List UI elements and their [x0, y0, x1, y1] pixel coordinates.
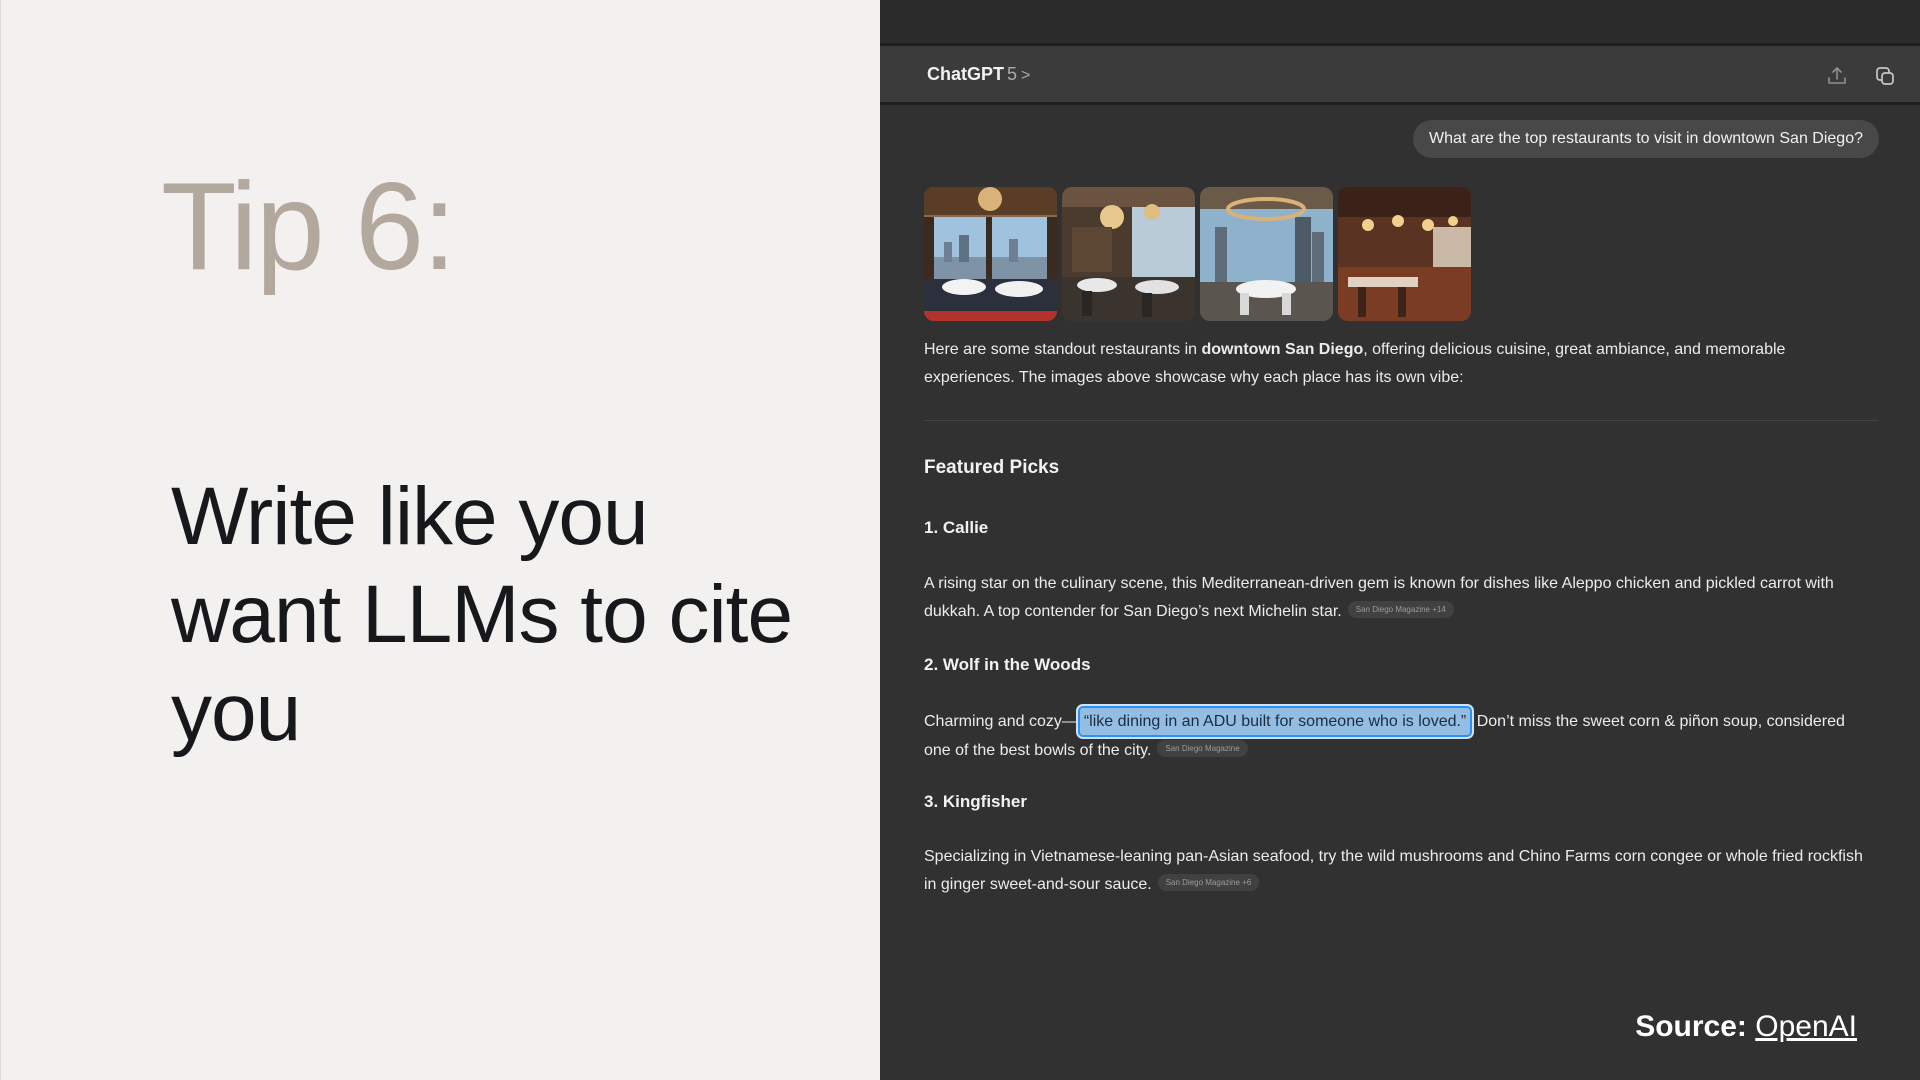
- restaurant-image-4[interactable]: [1338, 187, 1471, 321]
- tip-label: Tip 6:: [161, 158, 457, 296]
- divider: [924, 420, 1878, 421]
- pick-description: Specializing in Vietnamese-leaning pan-A…: [924, 843, 1874, 899]
- citation-chip[interactable]: San Diego Magazine +6: [1157, 874, 1260, 892]
- citation-chip[interactable]: San Diego Magazine: [1157, 740, 1248, 758]
- pick-title: 1. Callie: [924, 518, 989, 537]
- pick-text: Charming and cozy—: [924, 713, 1078, 730]
- source-credit: Source: OpenAI: [1635, 1010, 1857, 1044]
- pick-description: A rising star on the culinary scene, thi…: [924, 570, 1874, 626]
- highlighted-quote[interactable]: “like dining in an ADU built for someone…: [1077, 706, 1473, 737]
- user-message-bubble: What are the top restaurants to visit in…: [1412, 120, 1879, 158]
- chatgpt-screenshot: ChatGPT 5 > What are the top restaurants t…: [880, 0, 1920, 1080]
- restaurant-image-2[interactable]: [1062, 187, 1195, 321]
- intro-paragraph: Here are some standout restaurants in do…: [924, 336, 1874, 392]
- pick-description: Charming and cozy— “like dining in an ADU…: [924, 706, 1874, 765]
- chevron-right-icon: >: [1021, 67, 1031, 84]
- share-icon[interactable]: [1825, 64, 1849, 88]
- citation-chip[interactable]: San Diego Magazine +14: [1347, 601, 1454, 619]
- model-version: 5: [1007, 64, 1018, 84]
- restaurant-image-3[interactable]: [1200, 187, 1333, 321]
- source-label: Source:: [1635, 1010, 1747, 1043]
- intro-text: Here are some standout restaurants in: [924, 341, 1202, 358]
- new-chat-icon[interactable]: [1873, 64, 1897, 88]
- slide-headline: Write like you want LLMs to cite you: [171, 471, 793, 758]
- pick-title: 3. Kingfisher: [924, 792, 1027, 811]
- intro-bold-text: downtown San Diego: [1201, 341, 1364, 358]
- model-selector[interactable]: ChatGPT 5 >: [927, 64, 1030, 85]
- pick-text: Specializing in Vietnamese-leaning pan-A…: [924, 848, 1863, 893]
- chat-header: ChatGPT 5 >: [880, 46, 1920, 105]
- restaurant-image-1[interactable]: [924, 187, 1057, 321]
- source-link[interactable]: OpenAI: [1755, 1010, 1857, 1043]
- window-top-band: [880, 0, 1920, 46]
- slide-left-panel: Tip 6: Write like you want LLMs to cite …: [0, 0, 880, 1080]
- pick-title: 2. Wolf in the Woods: [924, 655, 1091, 674]
- section-title: Featured Picks: [924, 457, 1060, 478]
- model-name: ChatGPT: [927, 64, 1005, 84]
